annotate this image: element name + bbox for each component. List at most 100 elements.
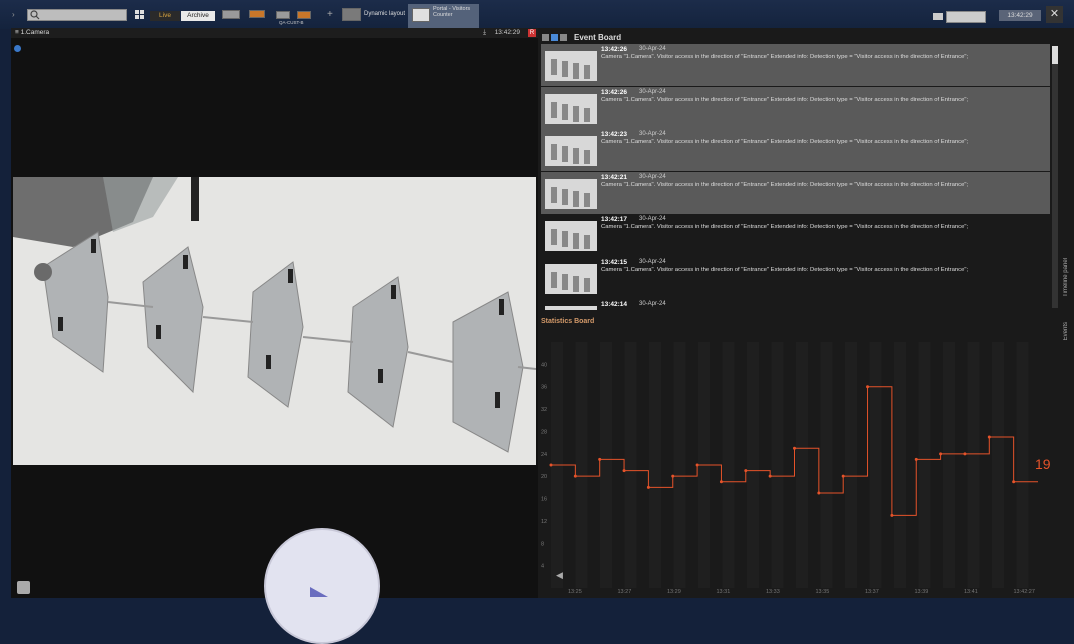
portal-layout-icon bbox=[412, 8, 430, 22]
y-tick-label: 12 bbox=[541, 519, 547, 525]
view-mode-toggle[interactable] bbox=[946, 11, 986, 23]
search-icon bbox=[30, 10, 40, 20]
data-point bbox=[963, 452, 967, 456]
y-tick-label: 28 bbox=[541, 429, 547, 435]
chart-band bbox=[747, 342, 759, 588]
event-row[interactable]: 13:42:17 30-Apr-24 Camera "1.Camera". Visi… bbox=[541, 214, 1050, 256]
event-time: 13:42:15 bbox=[601, 258, 628, 266]
event-row[interactable]: 13:42:26 30-Apr-24 Camera "1.Camera". Visi… bbox=[541, 44, 1050, 86]
y-tick-label: 40 bbox=[541, 362, 547, 368]
event-text: Camera "1.Camera". Visitor access in the… bbox=[601, 54, 969, 60]
download-icon[interactable]: ⤓ bbox=[483, 28, 486, 38]
chart-band bbox=[894, 342, 906, 588]
chart-band bbox=[992, 342, 1004, 588]
camera-video-frame[interactable] bbox=[13, 177, 536, 465]
data-point bbox=[817, 491, 821, 495]
x-tick-label: 13:33 bbox=[766, 589, 780, 595]
event-time: 13:42:21 bbox=[601, 173, 628, 181]
event-row[interactable]: 13:42:21 30-Apr-24 Camera "1.Camera". Visi… bbox=[541, 171, 1050, 214]
data-point bbox=[793, 446, 796, 450]
side-tabs bbox=[1061, 28, 1074, 598]
event-row[interactable]: 13:42:14 30-Apr-24 bbox=[541, 299, 1050, 310]
add-layout-button[interactable]: + bbox=[327, 9, 333, 20]
x-tick-label: 13:31 bbox=[717, 589, 731, 595]
x-tick-label: 13:42:27 bbox=[1014, 589, 1035, 595]
event-list[interactable]: 13:42:26 30-Apr-24 Camera "1.Camera". Visi… bbox=[541, 44, 1050, 310]
boards-pane: Event Board 13:42:26 30-Apr-24 Camera "1.C… bbox=[538, 28, 1061, 598]
chart-scroll-left-icon[interactable]: ◀ bbox=[556, 570, 563, 580]
y-tick-label: 36 bbox=[541, 385, 547, 391]
y-tick-label: 24 bbox=[541, 452, 547, 458]
event-thumbnail[interactable] bbox=[545, 136, 597, 166]
event-thumbnail[interactable] bbox=[545, 51, 597, 81]
event-time: 13:42:26 bbox=[601, 46, 628, 53]
layout-thumbnail-1[interactable] bbox=[222, 10, 240, 19]
event-thumbnail[interactable] bbox=[545, 93, 597, 124]
chart-band bbox=[575, 342, 588, 588]
chart-band bbox=[722, 342, 735, 588]
chart-band bbox=[649, 342, 661, 588]
chart-band bbox=[845, 342, 857, 588]
chart-band bbox=[943, 342, 955, 588]
camera-settings-icon[interactable] bbox=[17, 581, 30, 594]
x-tick-label: 13:25 bbox=[568, 589, 582, 595]
y-tick-label: 16 bbox=[541, 497, 547, 503]
event-thumbnail[interactable] bbox=[545, 221, 597, 251]
event-scrollbar[interactable] bbox=[1052, 46, 1058, 308]
event-row[interactable]: 13:42:15 30-Apr-24 Camera "1.Camera". Visi… bbox=[541, 257, 1050, 299]
event-date: 30-Apr-24 bbox=[639, 131, 666, 137]
data-point bbox=[598, 457, 602, 461]
dynamic-layout-label[interactable]: Dynamic layout bbox=[364, 11, 405, 17]
expand-arrow-icon[interactable]: › bbox=[12, 10, 20, 20]
layout-thumbnail-2[interactable] bbox=[249, 10, 265, 18]
event-date: 30-Apr-24 bbox=[639, 88, 666, 95]
event-row[interactable]: 13:42:23 30-Apr-24 Camera "1.Camera". Visi… bbox=[541, 129, 1050, 171]
events-tab[interactable]: Events bbox=[1063, 322, 1069, 340]
data-point bbox=[573, 474, 577, 478]
layout-thumbnail-3[interactable] bbox=[276, 11, 290, 19]
camera-time: 13:42:29 bbox=[494, 29, 520, 36]
chart-band bbox=[918, 342, 931, 588]
play-overlay-button[interactable] bbox=[264, 528, 380, 644]
event-scrollbar-thumb[interactable] bbox=[1052, 46, 1058, 64]
event-time: 13:42:26 bbox=[601, 88, 628, 96]
camera-header: ≡ 1.Camera ⤓ 13:42:29 R bbox=[11, 28, 538, 38]
settings-tools-icon[interactable]: ✕ bbox=[1046, 6, 1063, 23]
chart-band bbox=[967, 342, 980, 588]
chart-band bbox=[796, 342, 808, 588]
statistics-chart: 4 8 12 16 20 24 28 32 36 40 13:25 13:27 13:29 13:31 13… bbox=[538, 330, 1061, 598]
grid-view-icon[interactable] bbox=[933, 13, 943, 20]
data-point bbox=[866, 385, 870, 389]
camera-title: 1.Camera bbox=[20, 29, 50, 36]
statistics-board-title: Statistics Board bbox=[541, 318, 595, 325]
y-tick-label: 32 bbox=[541, 407, 547, 413]
portal-visitors-counter-label: Portal - Visitors Counter bbox=[433, 6, 471, 18]
event-thumbnail[interactable] bbox=[545, 263, 597, 294]
layout-thumbnail-4[interactable] bbox=[297, 11, 311, 19]
event-text: Camera "1.Camera". Visitor access in the… bbox=[601, 139, 969, 145]
current-value-label: 19 bbox=[1035, 456, 1051, 472]
data-point bbox=[768, 474, 772, 478]
event-thumbnail[interactable] bbox=[545, 178, 597, 209]
event-row[interactable]: 13:42:26 30-Apr-24 Camera "1.Camera". Visi… bbox=[541, 86, 1050, 129]
search-input[interactable] bbox=[27, 9, 127, 21]
chart-band bbox=[1016, 342, 1029, 588]
play-icon bbox=[310, 587, 328, 597]
data-point bbox=[890, 513, 894, 517]
live-button[interactable]: Live bbox=[150, 11, 180, 21]
data-point bbox=[719, 480, 723, 484]
event-date: 30-Apr-24 bbox=[639, 46, 666, 52]
data-point bbox=[671, 474, 675, 478]
archive-button[interactable]: Archive bbox=[181, 11, 215, 21]
event-date: 30-Apr-24 bbox=[639, 258, 666, 265]
chart-band bbox=[771, 342, 784, 588]
data-point bbox=[549, 463, 553, 467]
data-point bbox=[622, 469, 626, 473]
camera-tile[interactable]: ≡ 1.Camera ⤓ 13:42:29 R bbox=[11, 28, 538, 598]
grid-layout-icon[interactable] bbox=[135, 10, 145, 20]
turnstiles-image bbox=[13, 177, 536, 465]
dynamic-layout-icon[interactable] bbox=[342, 8, 361, 21]
timeline-panel-tab[interactable]: Timeline panel bbox=[1063, 258, 1069, 297]
event-thumbnail[interactable] bbox=[545, 306, 597, 310]
x-tick-label: 13:27 bbox=[618, 589, 632, 595]
